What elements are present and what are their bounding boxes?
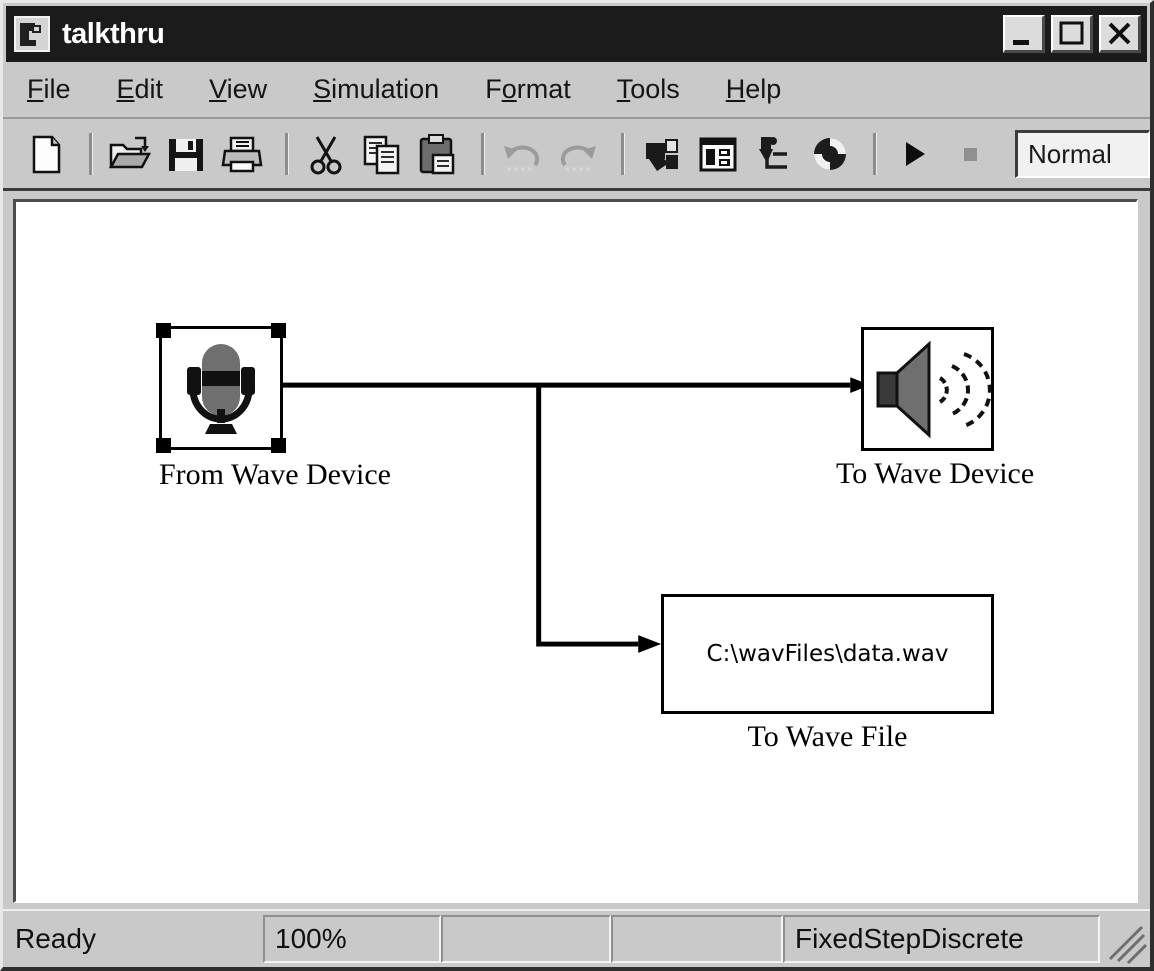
- block-diagram: From Wave Device To Wave Device C:\wavFi…: [16, 202, 1136, 901]
- model-explorer-icon: [699, 137, 737, 171]
- simulink-model-icon: [14, 16, 50, 52]
- paste-icon: [419, 133, 455, 174]
- resize-grip-icon: [1108, 925, 1148, 965]
- new-model-button[interactable]: [21, 129, 71, 179]
- undo-icon: [504, 144, 540, 170]
- toolbar-separator: [621, 132, 625, 175]
- maximize-icon: [1059, 21, 1084, 45]
- block-label-to-wave-file: To Wave File: [747, 720, 908, 753]
- wave-file-path-text: C:\wavFiles\data.wav: [706, 641, 949, 667]
- save-button[interactable]: [161, 129, 211, 179]
- debug-icon: [814, 137, 846, 170]
- speaker-icon: [876, 340, 991, 439]
- solver-name: FixedStepDiscrete: [783, 915, 1100, 963]
- open-model-button[interactable]: [105, 129, 155, 179]
- status-panel-3: [441, 915, 611, 963]
- block-label-from-wave-device: From Wave Device: [159, 458, 391, 491]
- debug-button[interactable]: [805, 129, 855, 179]
- simulation-mode-select[interactable]: Normal: [1015, 129, 1150, 178]
- block-label-to-wave-device: To Wave Device: [836, 457, 1035, 490]
- arrowhead-to-wave-file: [638, 635, 662, 653]
- minimize-icon: [1013, 40, 1029, 45]
- redo-button[interactable]: [553, 129, 603, 179]
- block-to-wave-file[interactable]: C:\wavFiles\data.wav: [661, 594, 994, 714]
- cut-button[interactable]: [301, 129, 351, 179]
- signal-line-to-wave-file: [536, 385, 639, 647]
- block-from-wave-device[interactable]: [156, 323, 286, 453]
- stop-simulation-button[interactable]: [945, 129, 995, 179]
- selection-handle-top-right[interactable]: [271, 323, 286, 338]
- status-text: Ready: [15, 923, 96, 954]
- minimize-button[interactable]: [1003, 15, 1045, 53]
- menu-bar: File Edit View Simulation Format Tools H…: [3, 62, 1150, 119]
- menu-item-format[interactable]: Format: [485, 74, 571, 105]
- application-window: talkthru File Edit View Simulation Forma…: [0, 0, 1154, 971]
- open-model-icon: [108, 136, 152, 168]
- library-browser-button[interactable]: [637, 129, 687, 179]
- library-browser-icon: [646, 138, 678, 171]
- menu-item-edit[interactable]: Edit: [117, 74, 164, 105]
- title-bar[interactable]: talkthru: [6, 6, 1147, 62]
- simulink-model-icon-glyph: [18, 20, 46, 48]
- copy-icon: [363, 135, 400, 174]
- maximize-button[interactable]: [1051, 15, 1093, 53]
- undo-button[interactable]: [497, 129, 547, 179]
- simulink-model-window: talkthru File Edit View Simulation Forma…: [0, 0, 1154, 971]
- menu-item-file[interactable]: File: [27, 74, 71, 105]
- copy-button[interactable]: [357, 129, 407, 179]
- new-model-icon: [32, 135, 61, 173]
- toolbar-separator: [481, 132, 485, 175]
- update-diagram-button[interactable]: [749, 129, 799, 179]
- toolbar-separator: [873, 132, 877, 175]
- signal-lines: [280, 377, 871, 653]
- window-title: talkthru: [62, 17, 165, 50]
- menu-item-tools[interactable]: Tools: [617, 74, 680, 105]
- selection-handle-bottom-left[interactable]: [156, 438, 171, 453]
- block-to-wave-device[interactable]: [861, 327, 994, 451]
- status-bar: Ready 100% FixedStepDiscrete: [3, 909, 1150, 967]
- selection-handle-top-left[interactable]: [156, 323, 171, 338]
- toolbar-separator: [89, 132, 93, 175]
- start-simulation-icon: [906, 141, 925, 166]
- selection-handle-bottom-right[interactable]: [271, 438, 286, 453]
- model-explorer-button[interactable]: [693, 129, 743, 179]
- toolbar-separator: [285, 132, 289, 175]
- close-button[interactable]: [1099, 15, 1141, 53]
- stop-simulation-icon: [964, 147, 977, 161]
- print-button[interactable]: [217, 129, 267, 179]
- start-simulation-button[interactable]: [889, 129, 939, 179]
- zoom-level: 100%: [263, 915, 441, 963]
- menu-item-help[interactable]: Help: [726, 74, 782, 105]
- redo-icon: [560, 144, 596, 170]
- toolbar: Normal: [3, 119, 1150, 191]
- microphone-icon: [187, 344, 255, 434]
- update-diagram-icon: [759, 136, 787, 169]
- save-icon: [169, 138, 203, 171]
- status-panel-4: [611, 915, 783, 963]
- resize-grip[interactable]: [1100, 915, 1148, 965]
- print-icon: [221, 136, 263, 172]
- menu-item-view[interactable]: View: [209, 74, 267, 105]
- cut-icon: [310, 135, 342, 174]
- window-controls: [1003, 15, 1141, 53]
- model-canvas[interactable]: From Wave Device To Wave Device C:\wavFi…: [13, 199, 1138, 903]
- menu-item-simulation[interactable]: Simulation: [313, 74, 439, 105]
- paste-button[interactable]: [413, 129, 463, 179]
- close-icon: [1108, 22, 1131, 45]
